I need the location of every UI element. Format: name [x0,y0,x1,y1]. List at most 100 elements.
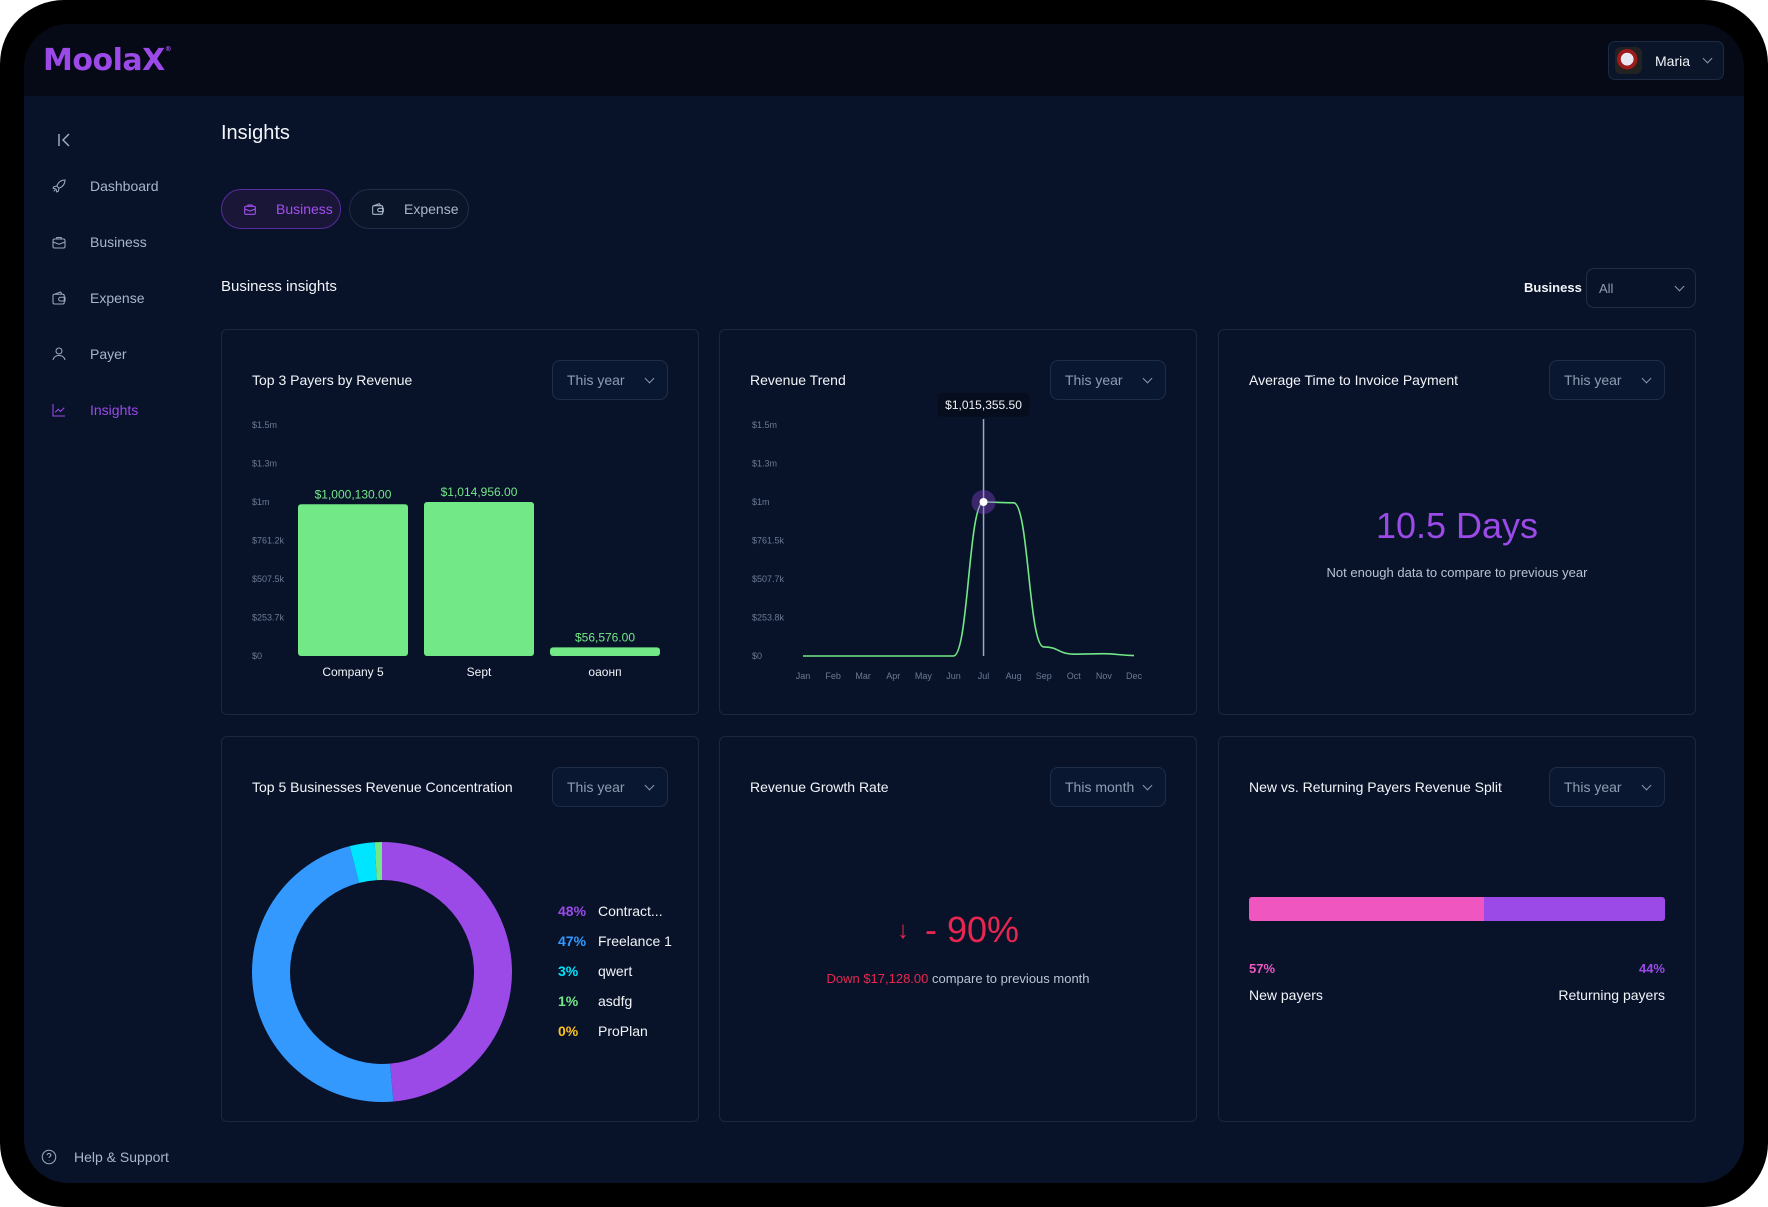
y-tick-label: $0 [252,651,262,661]
sidebar-item-expense[interactable]: Expense [50,283,144,313]
arrow-down-icon: ↓ [896,917,909,944]
x-tick-label: Sep [1036,671,1052,681]
trend-chart-icon [52,404,65,417]
user-name: Maria [1655,52,1691,69]
revenue-trend-card: Revenue Trend This year $0 $253.8k $507.7k… [719,329,1197,715]
x-tick-label: Sept [467,665,492,679]
x-tick-label: Jun [946,671,961,681]
sidebar-item-business[interactable]: Business [50,227,147,257]
legend-item: 48% Contract... [558,903,663,919]
help-support-link[interactable]: Help & Support [40,1148,169,1166]
period-value: This year [1564,372,1622,388]
sidebar-item-insights[interactable]: Insights [50,395,138,425]
logo-text: MoolaX [43,43,165,78]
x-tick-label: Nov [1096,671,1113,681]
sidebar-item-label: Dashboard [90,178,159,194]
top-payers-bar-chart: $0 $253.7k $507.5k $761.2k $1m $1.3m $1.5m $1,0… [252,420,660,679]
legend-label: Contract... [598,903,663,919]
wallet-icon [372,203,384,215]
growth-percent: - 90% [924,909,1020,950]
period-value: This month [1065,779,1135,795]
top-bar: MoolaX® Maria [24,24,1744,96]
help-circle-icon [41,1149,57,1165]
revenue-trend-line-chart: $0 $253.8k $507.7k $761.5k $1m $1.3m $1.5m Jan F… [752,393,1142,681]
sidebar-item-label: Expense [90,290,145,306]
y-tick-label: $761.5k [752,536,785,546]
business-filter-label: Business [1524,280,1582,295]
legend-item: 1% asdfg [558,993,632,1009]
legend-item: 47% Freelance 1 [558,933,672,949]
chevron-down-icon [1641,780,1652,790]
period-select[interactable]: This year [552,767,668,807]
user-menu-button[interactable]: Maria [1608,41,1724,80]
y-tick-label: $1.3m [752,459,777,469]
chevron-down-icon [1674,281,1685,291]
card-title: New vs. Returning Payers Revenue Split [1249,779,1502,795]
business-filter-select[interactable]: All [1586,268,1696,308]
period-value: This year [1564,779,1622,795]
legend-label: Freelance 1 [598,933,672,949]
growth-value: ↓ - 90% [720,909,1196,951]
logo-trademark: ® [164,45,172,53]
donut-slice [382,842,513,1102]
period-select[interactable]: This year [1549,360,1665,400]
highlight-point [979,497,988,506]
chevron-down-icon [1641,373,1652,383]
y-tick-label: $253.7k [252,613,285,623]
card-title: Revenue Growth Rate [750,779,889,795]
avatar [1615,47,1642,74]
sidebar-item-label: Business [90,234,147,250]
x-tick-label: Company 5 [322,665,384,679]
bar [550,647,660,656]
app-window: MoolaX® Maria Dashboard Business Expense… [24,24,1744,1183]
y-tick-label: $1.5m [252,420,277,430]
chevron-down-icon [1702,53,1713,64]
x-tick-label: оаонп [588,665,621,679]
period-select[interactable]: This year [1549,767,1665,807]
y-tick-label: $1.3m [252,459,277,469]
returning-payers-percent: 44% [1638,961,1665,976]
sidebar-item-dashboard[interactable]: Dashboard [50,171,159,201]
avg-invoice-time-card: Average Time to Invoice Payment This yea… [1218,329,1696,715]
chevron-down-icon [1142,780,1153,790]
page-title: Insights [221,122,290,144]
sidebar-item-label: Insights [90,402,139,418]
concentration-donut-chart [252,842,513,1102]
period-value: This year [567,779,625,795]
bar-value-label: $1,000,130.00 [315,487,392,501]
top-payers-card: Top 3 Payers by Revenue This year $0 $253… [221,329,699,715]
y-tick-label: $1m [752,497,770,507]
avg-days-value: 10.5 Days [1375,505,1539,546]
device-bezel: MoolaX® Maria Dashboard Business Expense… [0,0,1768,1207]
briefcase-icon [52,236,66,249]
sidebar-item-payer[interactable]: Payer [50,339,127,369]
briefcase-icon [244,204,256,215]
legend-label: qwert [598,963,633,979]
new-payers-label: New payers [1249,987,1323,1003]
split-segment [1249,897,1484,921]
sidebar-collapse-button[interactable] [52,128,76,152]
business-filter-value: All [1599,280,1614,296]
legend-percent: 47% [558,933,587,949]
logo[interactable]: MoolaX® [43,43,172,78]
bar [298,504,408,656]
legend-item: 0% ProPlan [558,1023,648,1039]
bar [424,502,534,656]
x-tick-label: Mar [855,671,871,681]
help-support-label: Help & Support [74,1149,169,1165]
tab-business[interactable]: Business [221,189,341,229]
x-tick-label: Jul [978,671,990,681]
y-tick-label: $1m [252,497,270,507]
card-title: Average Time to Invoice Payment [1249,372,1459,388]
period-select[interactable]: This month [1050,767,1166,807]
tooltip-value: $1,015,355.50 [945,398,1022,412]
payer-split-bar [1249,897,1665,921]
donut-slice [252,846,394,1102]
tab-label: Business [276,201,333,217]
sidebar-item-label: Payer [90,346,127,362]
y-tick-label: $253.8k [752,613,785,623]
legend-percent: 0% [558,1023,579,1039]
avg-days-note: Not enough data to compare to previous y… [1326,565,1588,580]
tab-expense[interactable]: Expense [349,189,469,229]
y-tick-label: $507.7k [752,574,785,584]
